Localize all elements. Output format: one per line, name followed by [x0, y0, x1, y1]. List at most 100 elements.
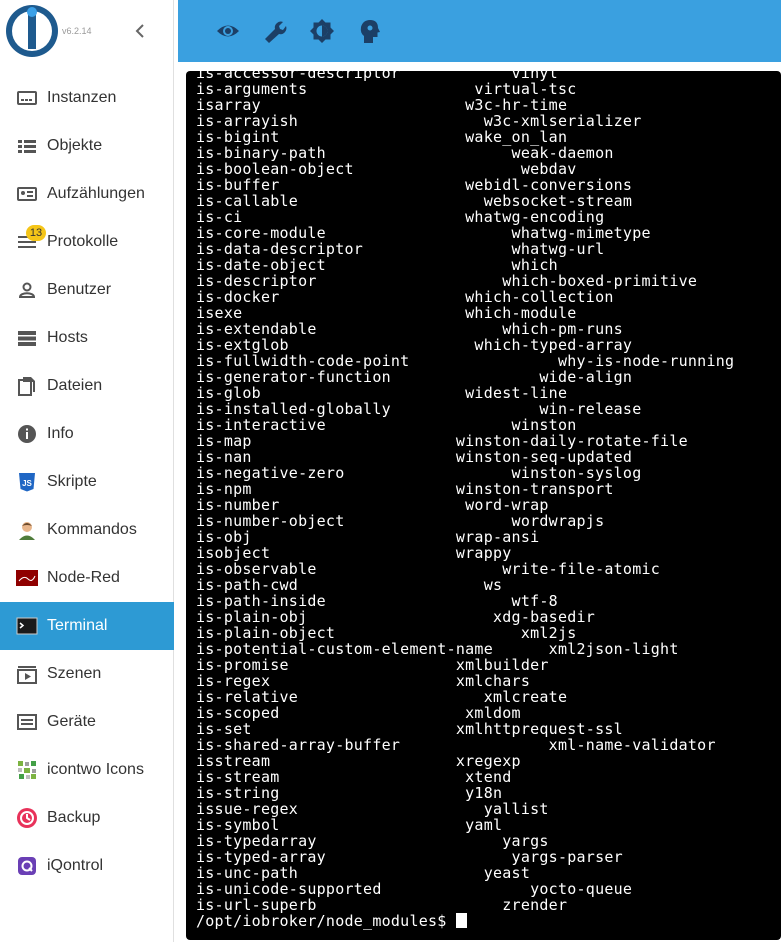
terminal-line: is-path-cwd ws [196, 576, 503, 594]
sidebar-item-icontwo-icons[interactable]: icontwo Icons [0, 746, 174, 794]
devices-icon [16, 711, 38, 733]
terminal-cursor [455, 913, 467, 928]
terminal-line: is-bigint wake_on_lan [196, 128, 568, 146]
instances-icon [16, 87, 38, 109]
sidebar-item-label: Backup [47, 809, 101, 826]
user-icon [16, 279, 38, 301]
terminal-line: is-binary-path weak-daemon [196, 144, 614, 162]
terminal-line: is-stream xtend [196, 768, 512, 786]
sidebar-item-label: Szenen [47, 665, 102, 682]
terminal-line: is-set xmlhttprequest-ssl [196, 720, 623, 738]
list-icon [16, 135, 38, 157]
node-red-icon [16, 567, 38, 589]
scenes-icon [16, 663, 38, 685]
terminal-line: is-installed-globally win-release [196, 400, 642, 418]
terminal-line: is-fullwidth-code-point why-is-node-runn… [196, 352, 735, 370]
terminal-line: is-negative-zero winston-syslog [196, 464, 642, 482]
sidebar-item-szenen[interactable]: Szenen [0, 650, 174, 698]
sidebar-item-hosts[interactable]: Hosts [0, 314, 174, 362]
sidebar-item-objekte[interactable]: Objekte [0, 122, 174, 170]
iobroker-logo-icon[interactable] [6, 5, 58, 57]
sidebar-item-label: icontwo Icons [47, 761, 144, 778]
sidebar-item-geraete[interactable]: Geräte [0, 698, 174, 746]
terminal-line: is-buffer webidl-conversions [196, 176, 633, 194]
terminal-line: is-obj wrap-ansi [196, 528, 540, 546]
sidebar-item-label: Skripte [47, 473, 97, 490]
terminal-icon [16, 615, 38, 637]
sidebar-item-aufzaehlungen[interactable]: Aufzählungen [0, 170, 174, 218]
terminal-line: is-extglob which-typed-array [196, 336, 633, 354]
terminal-line: is-extendable which-pm-runs [196, 320, 623, 338]
terminal-line: is-callable websocket-stream [196, 192, 633, 210]
file-icon [16, 375, 38, 397]
terminal-output[interactable]: is-accessor-descriptor vinyl is-argument… [186, 71, 781, 940]
sidebar-item-label: Node-Red [47, 569, 120, 586]
terminal-line: is-url-superb zrender [196, 896, 568, 914]
sidebar-item-label: Protokolle [47, 233, 119, 250]
svg-text:JS: JS [22, 479, 32, 488]
sidebar-item-label: iQontrol [47, 857, 104, 874]
javascript-icon: JS [16, 471, 38, 493]
top-toolbar [178, 0, 781, 62]
sidebar-item-instanzen[interactable]: Instanzen [0, 74, 174, 122]
terminal-line: is-typed-array yargs-parser [196, 848, 623, 866]
terminal-line: is-plain-obj xdg-basedir [196, 608, 596, 626]
sidebar-item-iqontrol[interactable]: iQontrol [0, 842, 174, 890]
terminal-prompt: /opt/iobroker/node_modules$ [196, 912, 456, 930]
terminal-line: issue-regex yallist [196, 800, 549, 818]
chevron-left-icon[interactable] [132, 20, 150, 42]
terminal-line: is-nan winston-seq-updated [196, 448, 633, 466]
sidebar-item-label: Dateien [47, 377, 103, 394]
wrench-icon[interactable] [260, 17, 288, 45]
terminal-line: is-observable write-file-atomic [196, 560, 661, 578]
terminal-line: is-regex xmlchars [196, 672, 531, 690]
head-icon[interactable] [356, 17, 384, 45]
sidebar-item-label: Terminal [47, 617, 108, 634]
terminal-line: is-string y18n [196, 784, 503, 802]
terminal-line: is-relative xmlcreate [196, 688, 568, 706]
terminal-prompt-line[interactable]: /opt/iobroker/node_modules$ [196, 913, 467, 929]
sidebar-item-terminal[interactable]: Terminal [0, 602, 174, 650]
terminal-line: is-plain-object xml2js [196, 624, 577, 642]
terminal-line: is-number word-wrap [196, 496, 549, 514]
terminal-line: is-number-object wordwrapjs [196, 512, 605, 530]
sidebar-item-benutzer[interactable]: Benutzer [0, 266, 174, 314]
server-icon [16, 327, 38, 349]
terminal-line: is-docker which-collection [196, 288, 614, 306]
sidebar-item-label: Instanzen [47, 89, 117, 106]
sidebar-item-backup[interactable]: Backup [0, 794, 174, 842]
terminal-line: is-interactive winston [196, 416, 577, 434]
terminal-line: is-unc-path yeast [196, 864, 531, 882]
terminal-line: is-data-descriptor whatwg-url [196, 240, 605, 258]
terminal-line: is-map winston-daily-rotate-file [196, 432, 688, 450]
terminal-line: is-core-module whatwg-mimetype [196, 224, 651, 242]
terminal-line: is-boolean-object webdav [196, 160, 577, 178]
terminal-line: is-path-inside wtf-8 [196, 592, 558, 610]
terminal-line: is-typedarray yargs [196, 832, 549, 850]
terminal-line: is-arrayish w3c-xmlserializer [196, 112, 642, 130]
sidebar-item-dateien[interactable]: Dateien [0, 362, 174, 410]
sidebar-item-kommandos[interactable]: Kommandos [0, 506, 174, 554]
terminal-line: isobject wrappy [196, 544, 512, 562]
terminal-line: is-generator-function wide-align [196, 368, 633, 386]
terminal-line: is-symbol yaml [196, 816, 503, 834]
sidebar-item-node-red[interactable]: Node-Red [0, 554, 174, 602]
sidebar-item-label: Hosts [47, 329, 88, 346]
terminal-line: isstream xregexp [196, 752, 521, 770]
sidebar-item-label: Aufzählungen [47, 185, 145, 202]
iqontrol-icon [16, 855, 38, 877]
sidebar-item-protokolle[interactable]: 13 Protokolle [0, 218, 174, 266]
person-icon [16, 519, 38, 541]
terminal-line: is-unicode-supported yocto-queue [196, 880, 633, 898]
terminal-line: is-npm winston-transport [196, 480, 614, 498]
terminal-line: is-descriptor which-boxed-primitive [196, 272, 698, 290]
brightness-icon[interactable] [308, 17, 336, 45]
info-icon [16, 423, 38, 445]
sidebar: v6.2.14 Instanzen Objekte Aufzählungen 1… [0, 0, 174, 942]
sidebar-item-info[interactable]: Info [0, 410, 174, 458]
sidebar-item-skripte[interactable]: JS Skripte [0, 458, 174, 506]
sidebar-item-label: Kommandos [47, 521, 137, 538]
eye-icon[interactable] [214, 17, 242, 45]
backup-icon [16, 807, 38, 829]
terminal-line: is-promise xmlbuilder [196, 656, 549, 674]
